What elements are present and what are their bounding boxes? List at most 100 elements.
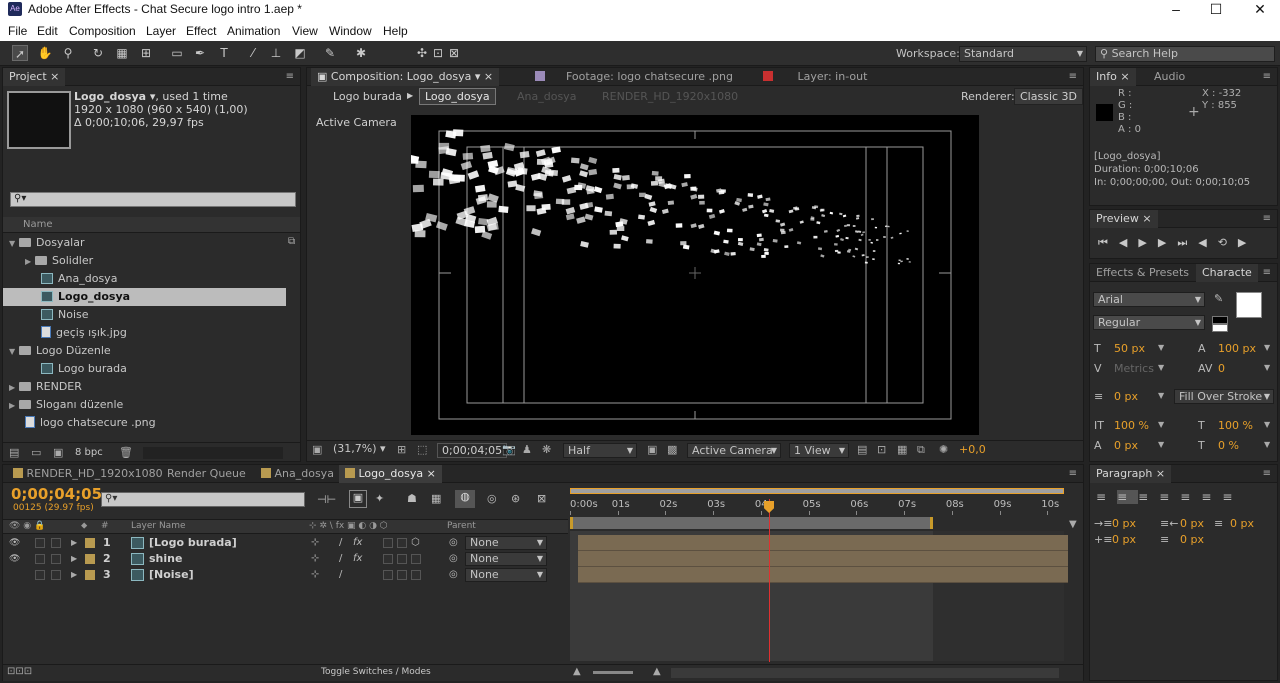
- audio-icon[interactable]: ◀: [1198, 236, 1217, 249]
- panel-menu-icon[interactable]: ≡: [1263, 468, 1271, 479]
- project-item[interactable]: ▶ Solidler: [3, 252, 286, 270]
- stroke-mode-select[interactable]: Fill Over Stroke ▼: [1174, 389, 1274, 404]
- playhead[interactable]: [769, 499, 771, 662]
- exposure-icon[interactable]: ✺: [939, 443, 948, 456]
- puppet-tool-icon[interactable]: ✱: [353, 45, 369, 61]
- toggle-switches-modes-button[interactable]: Toggle Switches / Modes: [321, 667, 431, 677]
- project-search-input[interactable]: ⚲▾: [10, 192, 296, 207]
- space-before-value[interactable]: 0 px: [1112, 533, 1136, 546]
- always-preview-icon[interactable]: ▣: [312, 443, 322, 456]
- previous-frame-icon[interactable]: ◀: [1119, 236, 1138, 249]
- breadcrumb-item[interactable]: Logo burada: [333, 90, 402, 103]
- timeline-zoom-slider[interactable]: [593, 671, 633, 674]
- magnification-select[interactable]: (31,7%) ▾: [329, 442, 390, 455]
- zoom-tool-icon[interactable]: ⚲: [60, 45, 76, 61]
- layer-duration-bar[interactable]: [578, 535, 1068, 551]
- panel-menu-icon[interactable]: ≡: [1263, 71, 1271, 82]
- project-item[interactable]: logo chatsecure .png: [3, 414, 286, 432]
- pan-behind-tool-icon[interactable]: ⊞: [138, 45, 154, 61]
- timeline-scrollbar[interactable]: [671, 668, 1059, 678]
- renderer-button[interactable]: Classic 3D: [1014, 88, 1083, 105]
- chevron-down-icon[interactable]: ▼: [1264, 440, 1270, 449]
- project-item[interactable]: geçiş ışık.jpg: [3, 324, 286, 342]
- expand-down-icon[interactable]: ▼: [9, 343, 19, 361]
- scroll-up-icon[interactable]: ▼: [1069, 519, 1077, 530]
- panel-menu-icon[interactable]: ≡: [1069, 468, 1077, 479]
- expand-right-icon[interactable]: ▶: [9, 397, 19, 415]
- world-axis-icon[interactable]: ⊡: [430, 45, 446, 61]
- black-swatch[interactable]: [1212, 316, 1228, 324]
- align-left-icon[interactable]: ≡: [1096, 490, 1117, 504]
- layer-duration-bar[interactable]: [578, 567, 1068, 583]
- viewer-timecode[interactable]: 0;00;04;05: [437, 443, 508, 458]
- trash-icon[interactable]: 🗑: [119, 446, 133, 459]
- camera-view-select[interactable]: Active Camera ▼: [687, 443, 781, 458]
- live-update-icon[interactable]: ▣: [349, 490, 367, 508]
- resolution-select[interactable]: Half ▼: [563, 443, 637, 458]
- selection-tool-icon[interactable]: ➚: [12, 45, 28, 61]
- vertical-scale-value[interactable]: 100 %: [1114, 419, 1149, 432]
- project-scrollbar[interactable]: [143, 447, 283, 459]
- zoom-out-icon[interactable]: ▲: [573, 666, 581, 677]
- tab-audio[interactable]: Audio: [1148, 68, 1191, 86]
- expand-down-icon[interactable]: ▼: [9, 235, 19, 253]
- breadcrumb-item[interactable]: Ana_dosya: [517, 90, 576, 103]
- indent-right-value[interactable]: 0 px: [1180, 517, 1204, 530]
- font-size-value[interactable]: 50 px: [1114, 342, 1145, 355]
- exposure-value[interactable]: +0,0: [959, 443, 986, 456]
- view-layout-select[interactable]: 1 View ▼: [789, 443, 849, 458]
- new-comp-icon[interactable]: ▣: [53, 446, 63, 459]
- frame-blending-icon[interactable]: ▦: [431, 492, 441, 505]
- timeline-icon[interactable]: ▦: [897, 443, 907, 456]
- breadcrumb-item-active[interactable]: Logo_dosya: [419, 88, 496, 105]
- stroke-width-value[interactable]: 0 px: [1114, 390, 1138, 403]
- ram-preview-icon[interactable]: ▶: [1238, 236, 1257, 249]
- menu-layer[interactable]: Layer: [146, 24, 176, 38]
- eyedropper-icon[interactable]: ✎: [1214, 292, 1223, 305]
- draft-3d-icon[interactable]: ✦: [375, 492, 384, 505]
- horizontal-scale-value[interactable]: 100 %: [1218, 419, 1253, 432]
- search-help-input[interactable]: ⚲ Search Help: [1095, 46, 1275, 62]
- new-folder-icon[interactable]: ▭: [31, 446, 41, 459]
- font-style-select[interactable]: Regular ▼: [1093, 315, 1205, 330]
- menu-help[interactable]: Help: [383, 24, 408, 38]
- menu-view[interactable]: View: [292, 24, 318, 38]
- project-item[interactable]: Ana_dosya: [3, 270, 286, 288]
- expand-right-icon[interactable]: ▶: [9, 379, 19, 397]
- justify-center-icon[interactable]: ≡: [1180, 490, 1201, 504]
- brainstorm-icon[interactable]: ⊛: [511, 492, 520, 505]
- chevron-down-icon[interactable]: ▼: [1264, 363, 1270, 372]
- menu-edit[interactable]: Edit: [37, 24, 58, 38]
- project-item[interactable]: Logo_dosya: [3, 288, 286, 306]
- camera-tool-icon[interactable]: ▦: [114, 45, 130, 61]
- project-item[interactable]: ▶ Sloganı düzenle: [3, 396, 286, 414]
- close-button[interactable]: ✕: [1240, 0, 1280, 20]
- transparency-grid-icon[interactable]: ▩: [667, 443, 677, 456]
- eraser-tool-icon[interactable]: ◩: [292, 45, 308, 61]
- panel-menu-icon[interactable]: ≡: [1263, 267, 1271, 278]
- tab-logo-dosya[interactable]: Logo_dosya ×: [339, 465, 442, 483]
- tab-character[interactable]: Characte: [1196, 264, 1258, 282]
- snapshot-icon[interactable]: 📷: [502, 443, 516, 456]
- time-navigator[interactable]: [570, 488, 1064, 494]
- first-line-indent-value[interactable]: 0 px: [1230, 517, 1254, 530]
- tab-layer[interactable]: Layer: in-out: [757, 68, 873, 86]
- layer-switches-toggle-icon[interactable]: ⊡⊡⊡: [7, 666, 32, 677]
- column-name[interactable]: Name: [23, 219, 53, 230]
- space-after-value[interactable]: 0 px: [1180, 533, 1204, 546]
- font-family-select[interactable]: Arial ▼: [1093, 292, 1205, 307]
- tracking-value[interactable]: 0: [1218, 362, 1225, 375]
- next-frame-icon[interactable]: ▶: [1158, 236, 1177, 249]
- interpret-footage-icon[interactable]: ▤: [9, 446, 19, 459]
- chevron-down-icon[interactable]: ▼: [1264, 343, 1270, 352]
- auto-keyframe-icon[interactable]: ⊠: [537, 492, 546, 505]
- flowchart-icon[interactable]: ⧉: [917, 443, 925, 457]
- menu-window[interactable]: Window: [329, 24, 372, 38]
- tab-preview[interactable]: Preview ×: [1090, 210, 1158, 228]
- tab-ana-dosya[interactable]: Ana_dosya: [255, 465, 340, 483]
- baseline-shift-value[interactable]: 0 px: [1114, 439, 1138, 452]
- menu-animation[interactable]: Animation: [227, 24, 280, 38]
- time-ruler[interactable]: 0:00s 01s 02s 03s 04s 05s 06s 07s 08s 09s 10s: [570, 499, 1064, 515]
- fill-color-swatch[interactable]: [1236, 292, 1262, 318]
- minimize-button[interactable]: –: [1156, 0, 1196, 20]
